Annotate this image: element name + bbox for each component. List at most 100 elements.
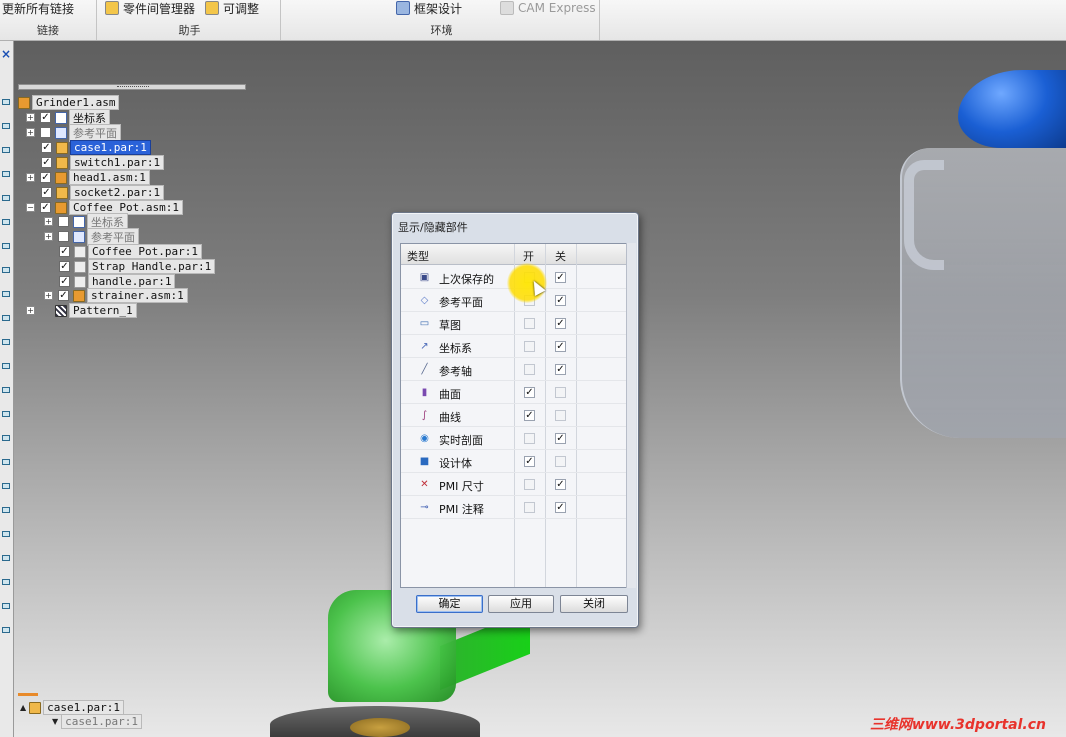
- close-icon[interactable]: ×: [1, 47, 11, 61]
- strip-tab-icon[interactable]: [2, 483, 10, 489]
- expand-icon[interactable]: +: [44, 217, 53, 226]
- list-row[interactable]: ■ 设计体 ✓: [401, 450, 626, 473]
- strip-tab-icon[interactable]: [2, 147, 10, 153]
- bottom-list-item[interactable]: ▼ case1.par:1: [52, 714, 143, 729]
- bottom-list-item[interactable]: ▲ case1.par:1: [20, 700, 125, 715]
- hide-checkbox[interactable]: [555, 410, 566, 421]
- show-checkbox[interactable]: ✓: [524, 456, 535, 467]
- hide-checkbox[interactable]: ✓: [555, 433, 566, 444]
- tree-item[interactable]: + ✓ strainer.asm:1: [44, 288, 188, 303]
- strip-tab-icon[interactable]: [2, 579, 10, 585]
- strip-tab-icon[interactable]: [2, 459, 10, 465]
- hide-checkbox[interactable]: [555, 387, 566, 398]
- show-checkbox[interactable]: [524, 502, 535, 513]
- adjustable-button[interactable]: 可调整: [205, 0, 259, 16]
- strip-tab-icon[interactable]: [2, 507, 10, 513]
- visibility-checkbox[interactable]: ✓: [59, 276, 70, 287]
- cam-express-button[interactable]: CAM Express: [500, 0, 596, 16]
- pane-splitter[interactable]: [18, 84, 246, 90]
- hide-checkbox[interactable]: [555, 456, 566, 467]
- strip-tab-icon[interactable]: [2, 267, 10, 273]
- list-row[interactable]: ↗ 坐标系 ✓: [401, 335, 626, 358]
- hide-checkbox[interactable]: ✓: [555, 364, 566, 375]
- strip-tab-icon[interactable]: [2, 219, 10, 225]
- visibility-checkbox[interactable]: ✓: [41, 142, 52, 153]
- tree-item[interactable]: + 坐标系: [44, 212, 128, 231]
- show-checkbox[interactable]: [524, 341, 535, 352]
- list-row[interactable]: ▭ 草图 ✓: [401, 312, 626, 335]
- show-checkbox[interactable]: [524, 479, 535, 490]
- tree-item[interactable]: + Pattern_1: [26, 303, 137, 318]
- tree-item[interactable]: + ✓ head1.asm:1: [26, 170, 150, 185]
- visibility-checkbox[interactable]: ✓: [59, 246, 70, 257]
- list-row[interactable]: ✕ PMI 尺寸 ✓: [401, 473, 626, 496]
- show-checkbox[interactable]: ✓: [524, 410, 535, 421]
- hide-checkbox[interactable]: ✓: [555, 318, 566, 329]
- inter-part-manager-button[interactable]: 零件间管理器: [105, 0, 195, 16]
- hide-checkbox[interactable]: ✓: [555, 479, 566, 490]
- show-checkbox[interactable]: [524, 364, 535, 375]
- apply-button[interactable]: 应用: [488, 595, 554, 613]
- strip-tab-icon[interactable]: [2, 171, 10, 177]
- tree-item[interactable]: + ✓ 坐标系: [26, 108, 110, 127]
- pot-handle-model[interactable]: [904, 160, 944, 270]
- strip-tab-icon[interactable]: [2, 99, 10, 105]
- strip-tab-icon[interactable]: [2, 339, 10, 345]
- tree-item[interactable]: + 参考平面: [44, 227, 139, 246]
- visibility-checkbox[interactable]: [58, 231, 69, 242]
- strip-tab-icon[interactable]: [2, 243, 10, 249]
- tree-item[interactable]: ✓ handle.par:1: [59, 274, 176, 289]
- strip-tab-icon[interactable]: [2, 315, 10, 321]
- expand-icon[interactable]: +: [26, 113, 35, 122]
- strip-tab-icon[interactable]: [2, 531, 10, 537]
- expand-icon[interactable]: +: [26, 306, 35, 315]
- strip-tab-icon[interactable]: [2, 435, 10, 441]
- visibility-checkbox[interactable]: ✓: [40, 172, 51, 183]
- tree-item[interactable]: ✓ socket2.par:1: [41, 185, 165, 200]
- expand-icon[interactable]: +: [26, 173, 35, 182]
- tree-item[interactable]: ✓ Coffee Pot.par:1: [59, 244, 202, 259]
- strip-tab-icon[interactable]: [2, 123, 10, 129]
- list-row[interactable]: ╱ 参考轴 ✓: [401, 358, 626, 381]
- visibility-checkbox[interactable]: ✓: [58, 290, 69, 301]
- strip-tab-icon[interactable]: [2, 363, 10, 369]
- hide-checkbox[interactable]: ✓: [555, 272, 566, 283]
- hide-checkbox[interactable]: ✓: [555, 341, 566, 352]
- strip-tab-icon[interactable]: [2, 555, 10, 561]
- tree-item-selected[interactable]: ✓ case1.par:1: [41, 140, 151, 155]
- close-button[interactable]: 关闭: [560, 595, 628, 613]
- show-checkbox[interactable]: [524, 433, 535, 444]
- hide-checkbox[interactable]: ✓: [555, 502, 566, 513]
- collapse-icon[interactable]: −: [26, 203, 35, 212]
- update-all-links-button[interactable]: 更新所有链接: [2, 0, 74, 16]
- tree-item[interactable]: ✓ Strap Handle.par:1: [59, 259, 216, 274]
- visibility-checkbox[interactable]: ✓: [40, 112, 51, 123]
- visibility-checkbox[interactable]: ✓: [40, 202, 51, 213]
- list-row[interactable]: ▮ 曲面 ✓: [401, 381, 626, 404]
- visibility-checkbox[interactable]: [58, 216, 69, 227]
- dialog-scrollbar[interactable]: [626, 243, 636, 588]
- strip-tab-icon[interactable]: [2, 603, 10, 609]
- hide-checkbox[interactable]: ✓: [555, 295, 566, 306]
- tree-item[interactable]: + 参考平面: [26, 123, 121, 142]
- expand-icon[interactable]: +: [44, 291, 53, 300]
- strip-tab-icon[interactable]: [2, 627, 10, 633]
- strip-tab-icon[interactable]: [2, 387, 10, 393]
- list-row[interactable]: ⊸ PMI 注释 ✓: [401, 496, 626, 519]
- visibility-checkbox[interactable]: [40, 127, 51, 138]
- tree-item-root[interactable]: Grinder1.asm: [18, 95, 120, 110]
- visibility-checkbox[interactable]: ✓: [41, 187, 52, 198]
- pot-lid-model[interactable]: [958, 70, 1066, 148]
- show-checkbox[interactable]: ✓: [524, 387, 535, 398]
- strip-tab-icon[interactable]: [2, 291, 10, 297]
- show-checkbox[interactable]: [524, 318, 535, 329]
- visibility-checkbox[interactable]: ✓: [41, 157, 52, 168]
- visibility-checkbox[interactable]: ✓: [59, 261, 70, 272]
- list-row[interactable]: ◉ 实时剖面 ✓: [401, 427, 626, 450]
- strip-tab-icon[interactable]: [2, 195, 10, 201]
- strip-tab-icon[interactable]: [2, 411, 10, 417]
- list-row[interactable]: ∫ 曲线 ✓: [401, 404, 626, 427]
- expand-icon[interactable]: +: [44, 232, 53, 241]
- frame-design-button[interactable]: 框架设计: [396, 0, 462, 16]
- ok-button[interactable]: 确定: [416, 595, 483, 613]
